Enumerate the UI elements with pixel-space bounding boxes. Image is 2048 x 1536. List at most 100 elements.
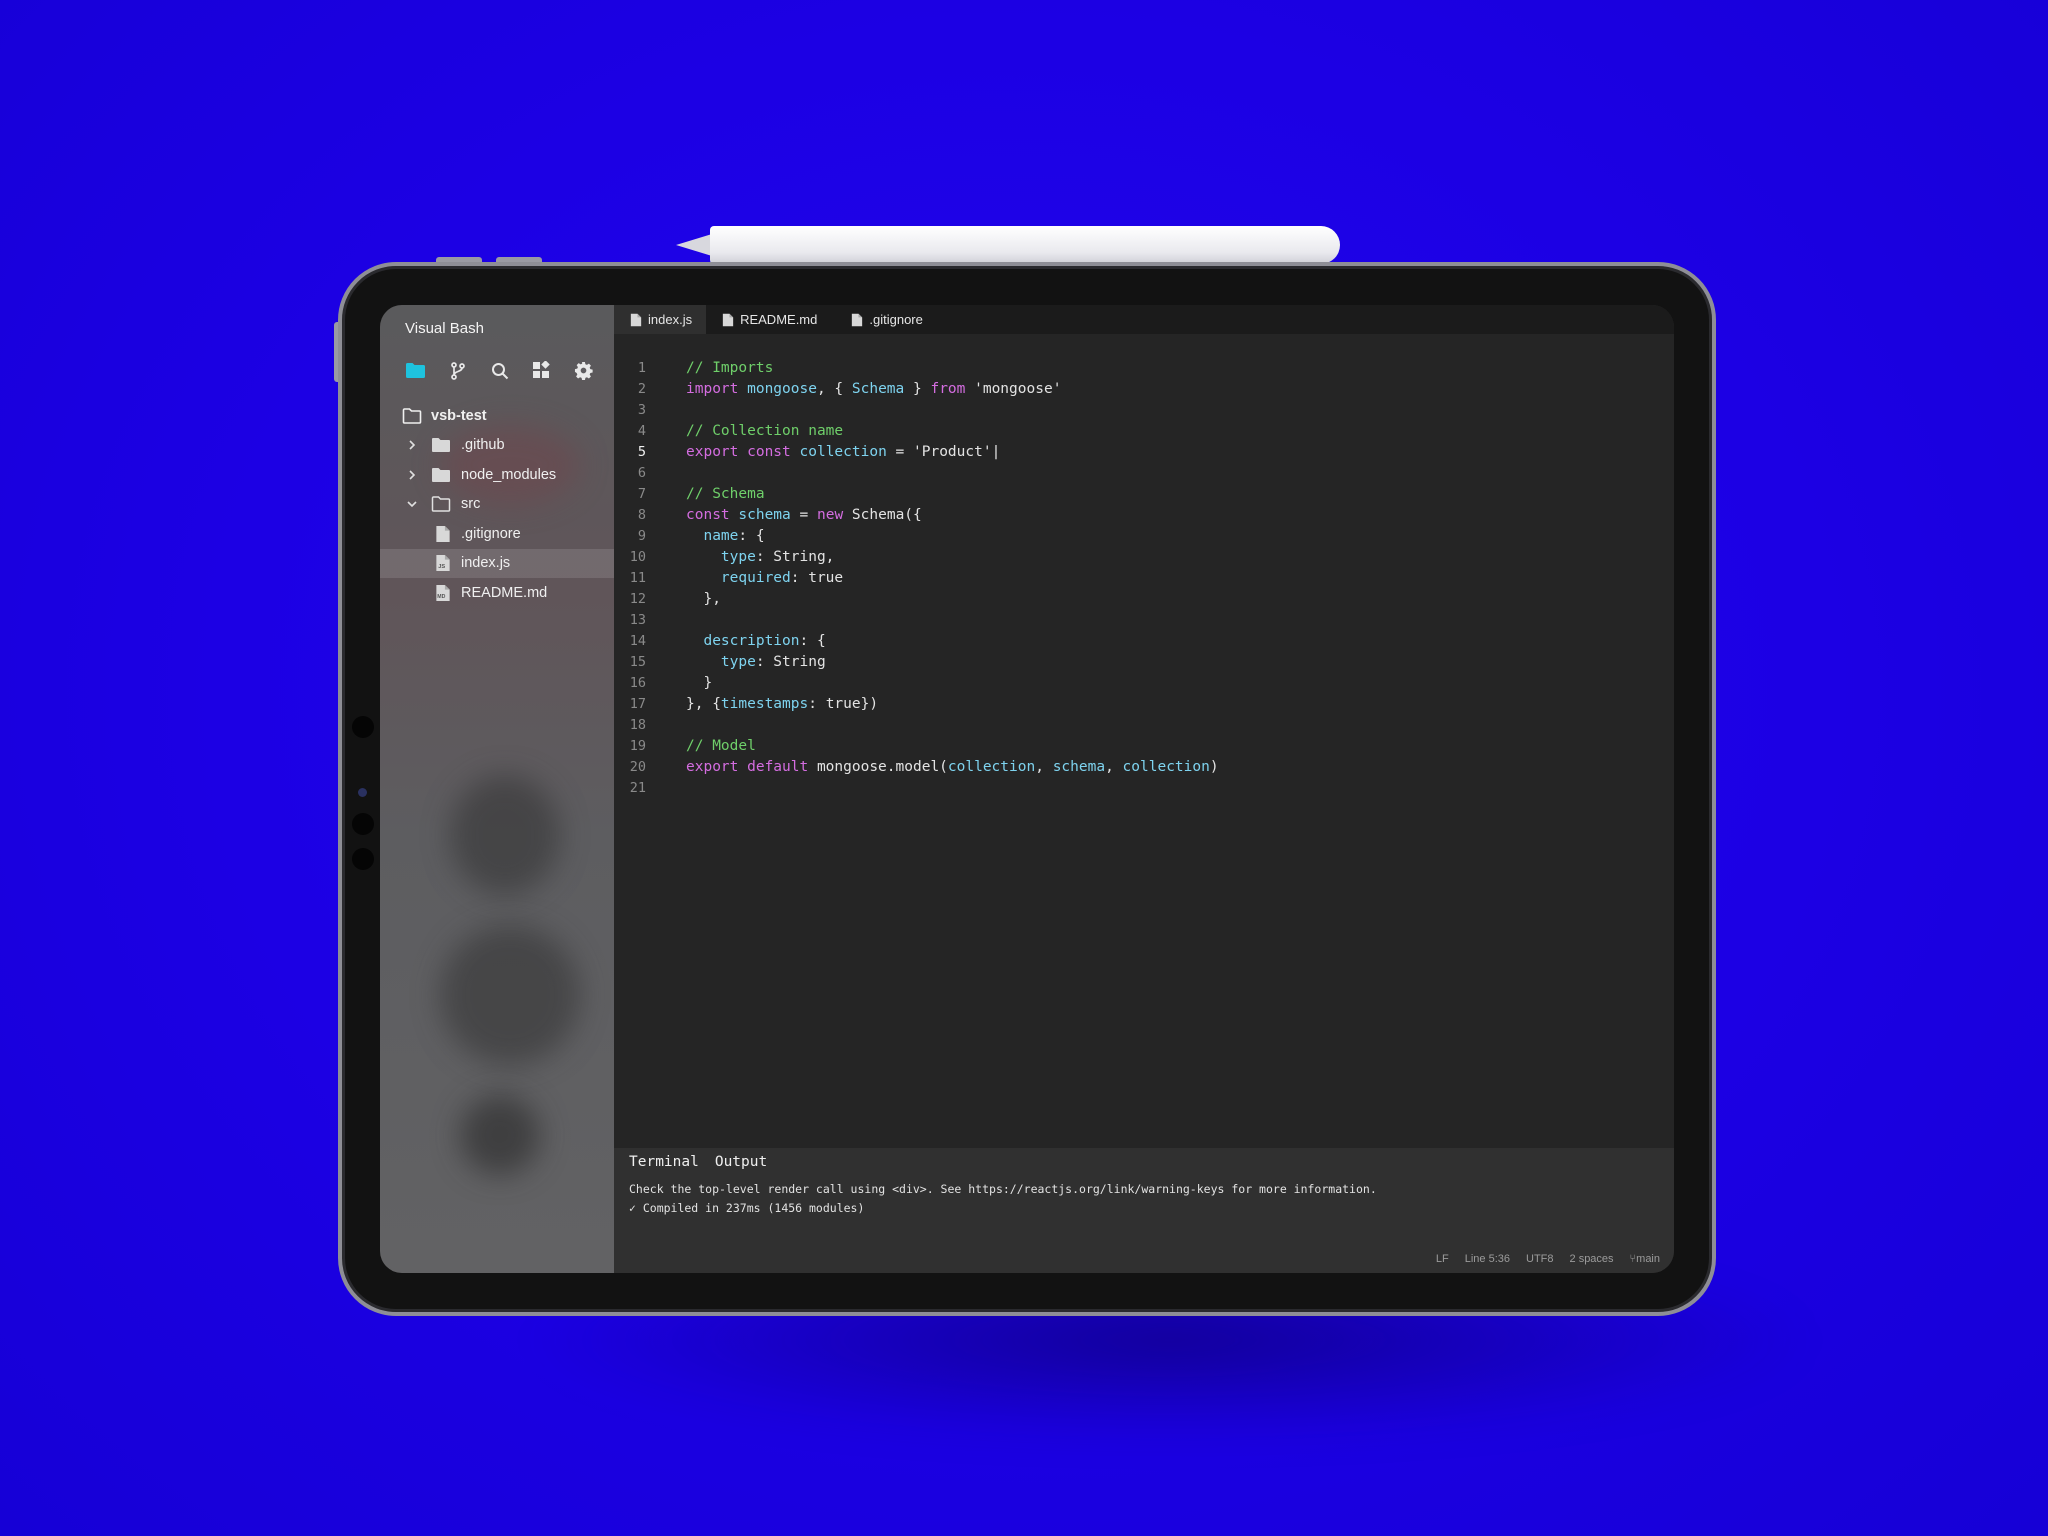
code-token: const: [686, 506, 739, 523]
code-line[interactable]: 12 },: [614, 588, 1674, 609]
gear-icon[interactable]: [572, 359, 595, 382]
folder-icon: [432, 467, 450, 482]
tab-readme[interactable]: README.md: [706, 305, 831, 334]
code-token: }: [686, 674, 713, 691]
tab-terminal[interactable]: Terminal: [629, 1154, 699, 1170]
code-line[interactable]: 9 name: {: [614, 525, 1674, 546]
code-text: import mongoose, { Schema } from 'mongoo…: [686, 381, 1061, 397]
code-text: description: {: [686, 632, 826, 649]
code-line[interactable]: 13: [614, 609, 1674, 630]
code-line[interactable]: 6: [614, 462, 1674, 483]
code-token: schema: [1052, 758, 1106, 775]
code-line[interactable]: 21: [614, 777, 1674, 798]
tab-label: index.js: [648, 312, 693, 327]
code-text: required: true: [686, 570, 843, 586]
tree-item-index-js[interactable]: JS index.js: [380, 548, 614, 578]
code-text: export default mongoose.model(collection…: [686, 759, 1219, 775]
code-line[interactable]: 1 // Imports: [614, 357, 1674, 378]
code-line[interactable]: 7 // Schema: [614, 483, 1674, 504]
code-token: collection: [947, 758, 1036, 775]
tree-item-github[interactable]: .github: [380, 431, 614, 461]
chevron-right-icon[interactable]: [406, 469, 418, 481]
search-icon[interactable]: [488, 359, 511, 382]
code-line[interactable]: 15 type: String: [614, 651, 1674, 672]
code-token: }: [904, 380, 931, 397]
file-explorer: vsb-test .github node_modules src .gitig…: [380, 401, 614, 608]
editor-area: index.js README.md .gitignore 1 // Import…: [614, 305, 1674, 1273]
code-text: }, {timestamps: true}): [686, 696, 878, 712]
blur-decoration: [450, 775, 560, 895]
line-number: 2: [637, 380, 646, 397]
source-control-icon[interactable]: [446, 359, 469, 382]
code-line[interactable]: 18: [614, 714, 1674, 735]
tree-item-readme[interactable]: MD README.md: [380, 578, 614, 608]
code-token: 'mongoose': [965, 380, 1062, 397]
folder-icon[interactable]: [404, 359, 427, 382]
tab-gitignore[interactable]: .gitignore: [831, 305, 936, 334]
camera-dot: [352, 716, 374, 738]
code-token: export const: [686, 443, 800, 460]
code-token: ,: [1035, 758, 1053, 775]
status-branch-label: main: [1636, 1253, 1660, 1265]
code-line[interactable]: 4 // Collection name: [614, 420, 1674, 441]
markdown-file-icon: [722, 313, 734, 326]
code-line[interactable]: 16 }: [614, 672, 1674, 693]
code-line[interactable]: 17 }, {timestamps: true}): [614, 693, 1674, 714]
line-number: 20: [629, 758, 646, 775]
status-branch[interactable]: ⑂main: [1630, 1253, 1660, 1265]
blur-decoration: [440, 925, 580, 1065]
tab-label: .gitignore: [869, 312, 923, 327]
code-editor[interactable]: 1 // Imports 2 import mongoose, { Schema } …: [614, 357, 1674, 798]
line-number: 19: [629, 737, 646, 754]
code-line[interactable]: 3: [614, 399, 1674, 420]
status-indent[interactable]: 2 spaces: [1570, 1253, 1614, 1265]
code-token: = 'Product'|: [886, 443, 1001, 460]
code-token: ,: [1105, 758, 1123, 775]
file-icon: [852, 313, 863, 326]
code-line[interactable]: 14 description: {: [614, 630, 1674, 651]
code-line[interactable]: 11 required: true: [614, 567, 1674, 588]
sensor-dot: [352, 848, 374, 870]
tree-item-label: README.md: [461, 584, 548, 601]
code-token: schema: [738, 506, 791, 523]
tree-item-src[interactable]: src: [380, 490, 614, 520]
line-number: 21: [629, 779, 646, 796]
code-line[interactable]: 2 import mongoose, { Schema } from 'mongo…: [614, 378, 1674, 399]
explorer-root[interactable]: vsb-test: [380, 401, 614, 431]
code-text: export const collection = 'Product'|: [686, 444, 1000, 460]
code-line[interactable]: 8 const schema = new Schema({: [614, 504, 1674, 525]
code-line[interactable]: 5 export const collection = 'Product'|: [614, 441, 1674, 462]
code-line[interactable]: 20 export default mongoose.model(collecti…: [614, 756, 1674, 777]
code-token: // Collection name: [686, 422, 844, 439]
pencil-body: [710, 226, 1340, 264]
screen: Visual Bash vsb-test .github node_module…: [380, 305, 1674, 1273]
line-number: 3: [637, 401, 646, 418]
markdown-file-icon: MD: [436, 584, 450, 601]
code-line[interactable]: 19 // Model: [614, 735, 1674, 756]
code-token: Schema: [851, 380, 905, 397]
tree-item-gitignore[interactable]: .gitignore: [380, 519, 614, 549]
status-position[interactable]: Line 5:36: [1465, 1253, 1510, 1265]
tree-item-node-modules[interactable]: node_modules: [380, 460, 614, 490]
code-token: : String,: [755, 548, 835, 565]
code-text: // Collection name: [686, 423, 843, 439]
code-token: name: [703, 527, 739, 544]
tab-output[interactable]: Output: [715, 1154, 767, 1170]
code-line[interactable]: 10 type: String,: [614, 546, 1674, 567]
status-eol[interactable]: LF: [1436, 1253, 1449, 1265]
line-number: 17: [629, 695, 646, 712]
tab-index-js[interactable]: index.js: [614, 305, 707, 334]
code-token: required: [720, 569, 791, 586]
chevron-right-icon[interactable]: [406, 439, 418, 451]
line-number: 6: [637, 464, 646, 481]
chevron-down-icon[interactable]: [406, 498, 418, 510]
code-token: }, {: [686, 695, 721, 712]
code-token: : {: [799, 632, 826, 649]
status-encoding[interactable]: UTF8: [1526, 1253, 1554, 1265]
svg-text:MD: MD: [437, 594, 445, 600]
code-token: : String: [755, 653, 826, 670]
extensions-icon[interactable]: [530, 359, 553, 382]
